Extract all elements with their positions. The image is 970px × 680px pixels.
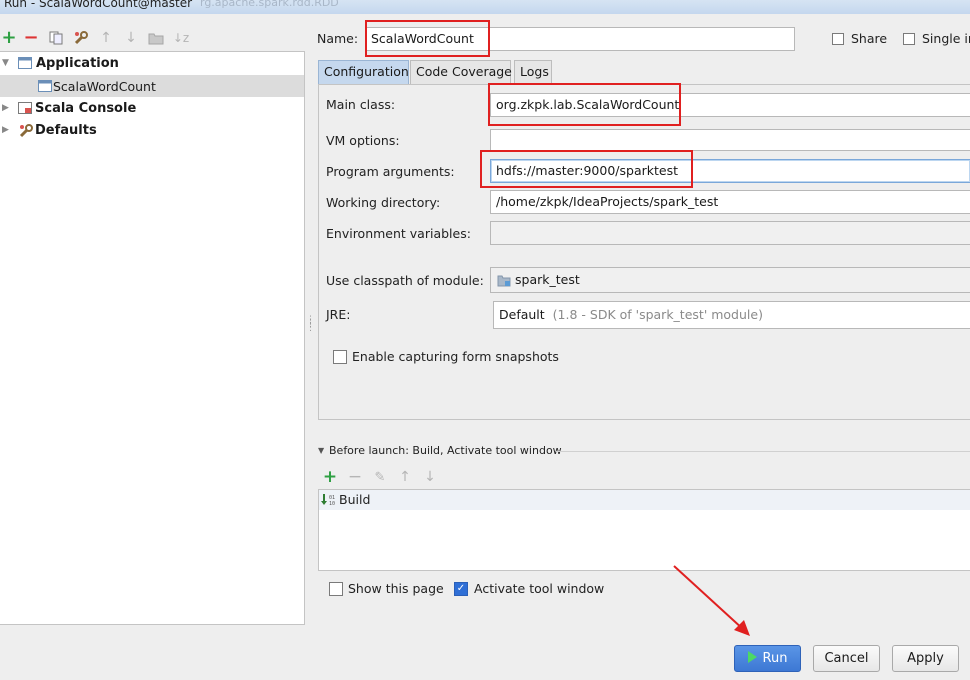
tree-item-scalawordcount[interactable]: ScalaWordCount bbox=[0, 75, 304, 97]
tab-configuration[interactable]: Configuration bbox=[318, 60, 409, 84]
vm-options-input[interactable] bbox=[490, 129, 970, 151]
working-directory-input[interactable]: /home/zkpk/IdeaProjects/spark_test bbox=[490, 190, 970, 214]
jre-value: Default bbox=[499, 307, 545, 322]
single-instance-checkbox[interactable] bbox=[903, 33, 915, 45]
activate-tool-window-checkbox[interactable]: ✓ bbox=[454, 582, 468, 596]
folder-icon[interactable] bbox=[147, 29, 165, 47]
application-icon bbox=[18, 57, 32, 69]
apply-button[interactable]: Apply bbox=[892, 645, 959, 672]
wrench-icon[interactable] bbox=[72, 29, 90, 47]
module-folder-icon bbox=[497, 275, 511, 287]
collapse-arrow-icon[interactable]: ▶ bbox=[2, 125, 9, 135]
tree-item-application[interactable]: ▼ Application bbox=[0, 52, 304, 74]
add-icon[interactable]: + bbox=[0, 29, 18, 47]
background-code-text: rg.apache.spark.rdd.RDD bbox=[200, 0, 339, 9]
before-launch-collapse-icon[interactable]: ▼ bbox=[318, 446, 324, 455]
move-task-down-icon[interactable]: ↓ bbox=[421, 468, 439, 486]
svg-text:10: 10 bbox=[329, 501, 335, 507]
window-title: Run - ScalaWordCount@master bbox=[4, 0, 193, 10]
run-button[interactable]: Run bbox=[734, 645, 801, 672]
application-icon bbox=[38, 80, 52, 92]
move-task-up-icon[interactable]: ↑ bbox=[396, 468, 414, 486]
build-icon: 01 10 bbox=[321, 494, 335, 507]
tree-label-defaults: Defaults bbox=[35, 122, 97, 138]
run-button-label: Run bbox=[762, 651, 788, 666]
activate-tool-window-label: Activate tool window bbox=[474, 581, 605, 596]
program-arguments-input[interactable]: hdfs://master:9000/sparktest bbox=[490, 159, 970, 183]
before-launch-list[interactable]: 01 10 Build bbox=[318, 489, 970, 571]
tree-item-scala-console[interactable]: ▶ Scala Console bbox=[0, 97, 304, 119]
window-titlebar: Run - ScalaWordCount@master rg.apache.sp… bbox=[0, 0, 970, 14]
vm-options-label: VM options: bbox=[326, 133, 400, 148]
scala-console-icon bbox=[18, 102, 32, 114]
working-directory-label: Working directory: bbox=[326, 195, 441, 210]
classpath-module-label: Use classpath of module: bbox=[326, 273, 484, 288]
tree-label-scala-console: Scala Console bbox=[35, 100, 137, 116]
move-down-icon[interactable]: ↓ bbox=[122, 29, 140, 47]
share-checkbox[interactable] bbox=[832, 33, 844, 45]
remove-icon[interactable]: − bbox=[22, 29, 40, 47]
enable-snapshots-label: Enable capturing form snapshots bbox=[352, 349, 559, 364]
list-item[interactable]: 01 10 Build bbox=[319, 490, 970, 510]
classpath-module-select[interactable]: spark_test bbox=[490, 267, 970, 293]
wrench-icon bbox=[19, 124, 33, 138]
main-class-input[interactable]: org.zkpk.lab.ScalaWordCount bbox=[490, 93, 970, 117]
annotation-arrow bbox=[673, 565, 750, 636]
jre-hint: (1.8 - SDK of 'spark_test' module) bbox=[552, 307, 763, 322]
sort-icon[interactable]: ↓z bbox=[172, 29, 190, 47]
before-launch-divider bbox=[556, 451, 970, 452]
classpath-module-value: spark_test bbox=[515, 272, 580, 287]
configuration-tree[interactable]: ▼ Application ScalaWordCount ▶ Scala Con… bbox=[0, 51, 305, 625]
add-task-icon[interactable]: + bbox=[321, 468, 339, 486]
edit-task-icon[interactable]: ✎ bbox=[371, 468, 389, 486]
collapse-arrow-icon[interactable]: ▶ bbox=[2, 103, 9, 113]
show-this-page-checkbox[interactable] bbox=[329, 582, 343, 596]
run-play-icon bbox=[747, 651, 757, 663]
remove-task-icon[interactable]: − bbox=[346, 468, 364, 486]
name-label: Name: bbox=[317, 31, 359, 46]
tree-item-defaults[interactable]: ▶ Defaults bbox=[0, 119, 304, 141]
move-up-icon[interactable]: ↑ bbox=[97, 29, 115, 47]
tab-logs[interactable]: Logs bbox=[514, 60, 552, 84]
main-class-label: Main class: bbox=[326, 97, 396, 112]
enable-snapshots-checkbox[interactable] bbox=[333, 350, 347, 364]
single-instance-label: Single in bbox=[922, 31, 970, 46]
tree-label-application: Application bbox=[36, 55, 119, 71]
jre-label: JRE: bbox=[326, 307, 351, 322]
share-label: Share bbox=[851, 31, 888, 46]
cancel-button[interactable]: Cancel bbox=[813, 645, 880, 672]
program-arguments-label: Program arguments: bbox=[326, 164, 455, 179]
copy-icon[interactable] bbox=[47, 29, 65, 47]
splitter-handle[interactable]: ⋮ ⋮ ⋮ bbox=[306, 316, 315, 333]
expand-arrow-icon[interactable]: ▼ bbox=[2, 58, 9, 68]
environment-variables-label: Environment variables: bbox=[326, 226, 471, 241]
jre-select[interactable]: Default (1.8 - SDK of 'spark_test' modul… bbox=[493, 301, 970, 329]
tree-label-scalawordcount: ScalaWordCount bbox=[53, 78, 156, 94]
environment-variables-input[interactable] bbox=[490, 221, 970, 245]
tab-code-coverage[interactable]: Code Coverage bbox=[410, 60, 512, 84]
before-launch-header: Before launch: Build, Activate tool wind… bbox=[329, 444, 562, 457]
name-input[interactable]: ScalaWordCount bbox=[365, 27, 795, 51]
show-this-page-label: Show this page bbox=[348, 581, 444, 596]
build-item-label: Build bbox=[339, 492, 371, 507]
